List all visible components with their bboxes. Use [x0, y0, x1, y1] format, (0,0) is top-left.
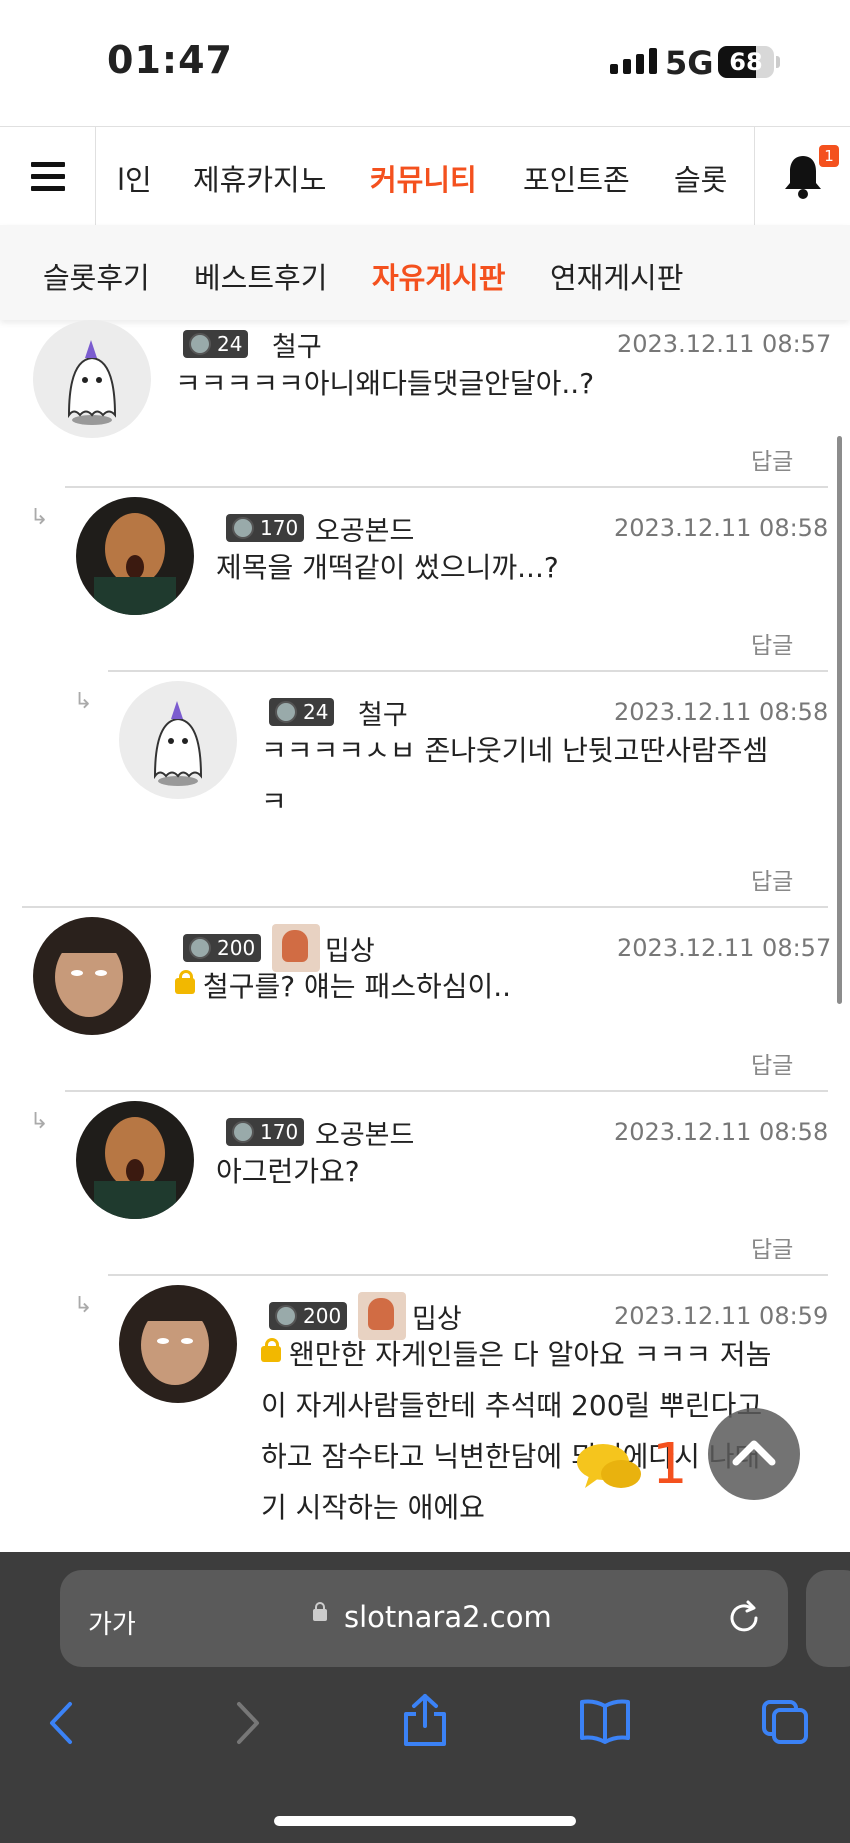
lock-icon [313, 1602, 327, 1621]
avatar [33, 320, 151, 438]
signal-icon [610, 48, 657, 74]
avatar [119, 1285, 237, 1403]
comment-text: 기 시작하는 애에요 [261, 1491, 485, 1524]
main-nav: l인 제휴카지노 커뮤니티 포인트존 슬롯 1 [0, 126, 850, 226]
reply-arrow-icon: ↳ [30, 1109, 49, 1134]
battery-percent: 68 [729, 48, 763, 76]
reply-button[interactable]: 답글 [751, 442, 793, 476]
divider [22, 906, 828, 908]
avatar [76, 497, 194, 615]
comment-text: 아그런가요? [216, 1155, 360, 1188]
comment-text: 철구를? 얘는 패스하심이.. [175, 961, 511, 1012]
url-text[interactable]: slotnara2.com [344, 1600, 552, 1634]
comment-date: 2023.12.11 08:59 [614, 1302, 829, 1330]
avatar [119, 681, 237, 799]
comment-text: 제목을 개떡같이 썼으니까...? [216, 551, 559, 584]
browser-toolbar: 가가 slotnara2.com [0, 1552, 850, 1843]
comment-date: 2023.12.11 08:58 [614, 698, 829, 726]
clock: 01:47 [107, 38, 233, 82]
tab-community[interactable]: 커뮤니티 [370, 157, 477, 199]
level-badge: 24 [183, 330, 249, 358]
main-tabs: l인 제휴카지노 커뮤니티 포인트존 슬롯 [96, 127, 754, 225]
comment-date: 2023.12.11 08:57 [617, 934, 832, 962]
tab-point-zone[interactable]: 포인트존 [523, 157, 630, 199]
network-type: 5G [665, 44, 714, 82]
divider [65, 1090, 828, 1092]
comment-text: 왠만한 자게인들은 다 알아요 ㅋㅋㅋ 저놈 [261, 1329, 771, 1380]
next-tab-preview[interactable] [806, 1570, 850, 1667]
level-badge: 200 [269, 1302, 348, 1330]
battery-icon: 68 [718, 46, 774, 78]
reply-arrow-icon: ↳ [74, 1293, 93, 1318]
bookmarks-icon[interactable] [578, 1698, 632, 1744]
share-icon[interactable] [400, 1692, 450, 1748]
comment-text: ㅋㅋㅋㅋㅅㅂ 존나웃기네 난뒷고딴사람주셈 [261, 734, 769, 767]
home-indicator [274, 1816, 576, 1826]
reply-button[interactable]: 답글 [751, 626, 793, 660]
address-bar[interactable]: 가가 slotnara2.com [60, 1570, 788, 1667]
scroll-top-button[interactable] [708, 1408, 800, 1500]
level-badge: 170 [226, 1118, 305, 1146]
chat-count: 1 [652, 1432, 688, 1497]
lock-icon [261, 1338, 281, 1362]
notification-badge: 1 [819, 145, 839, 167]
reply-button[interactable]: 답글 [751, 862, 793, 896]
level-badge: 170 [226, 514, 305, 542]
reply-button[interactable]: 답글 [751, 1230, 793, 1264]
chevron-up-icon [732, 1440, 776, 1466]
comment-date: 2023.12.11 08:58 [614, 1118, 829, 1146]
divider [108, 1274, 828, 1276]
bell-icon [785, 156, 821, 199]
level-badge: 200 [183, 934, 262, 962]
comment-list: 24 철구 2023.12.11 08:57 ㅋㅋㅋㅋㅋ아니왜다들댓글안달아..… [0, 320, 850, 1552]
avatar [33, 917, 151, 1035]
comment-date: 2023.12.11 08:58 [614, 514, 829, 542]
battery-cap [776, 56, 780, 68]
comment-text: 이 자게사람들한테 추석때 200릴 뿌린다고 [261, 1389, 763, 1422]
forward-icon[interactable] [233, 1698, 263, 1748]
subtab-slot-review[interactable]: 슬롯후기 [43, 255, 150, 297]
avatar [76, 1101, 194, 1219]
subtab-best-review[interactable]: 베스트후기 [194, 255, 327, 297]
divider [108, 670, 828, 672]
lock-icon [175, 970, 195, 994]
reply-arrow-icon: ↳ [74, 689, 93, 714]
tab-partner-casino[interactable]: 제휴카지노 [193, 157, 326, 199]
status-bar: 01:47 5G 68 [0, 0, 850, 125]
tabs-icon[interactable] [760, 1698, 810, 1746]
sub-nav: 슬롯후기 베스트후기 자유게시판 연재게시판 [0, 225, 850, 320]
level-badge: 24 [269, 698, 335, 726]
tab-login[interactable]: l인 [117, 157, 152, 199]
text-size-button[interactable]: 가가 [88, 1604, 136, 1641]
comment-date: 2023.12.11 08:57 [617, 330, 832, 358]
comment-text: ㅋ [261, 785, 287, 818]
scrollbar[interactable] [837, 436, 842, 1004]
chat-icon[interactable] [575, 1440, 645, 1500]
comment-text: ㅋㅋㅋㅋㅋ아니왜다들댓글안달아..? [175, 367, 595, 400]
subtab-serial-board[interactable]: 연재게시판 [550, 255, 683, 297]
back-icon[interactable] [46, 1698, 76, 1748]
notification-button[interactable]: 1 [754, 127, 850, 225]
reload-icon[interactable] [724, 1598, 764, 1638]
tab-slot[interactable]: 슬롯 [674, 157, 727, 199]
subtab-free-board[interactable]: 자유게시판 [372, 255, 505, 297]
reply-arrow-icon: ↳ [30, 505, 49, 530]
reply-button[interactable]: 답글 [751, 1046, 793, 1080]
divider [65, 486, 828, 488]
menu-icon[interactable] [0, 127, 96, 225]
